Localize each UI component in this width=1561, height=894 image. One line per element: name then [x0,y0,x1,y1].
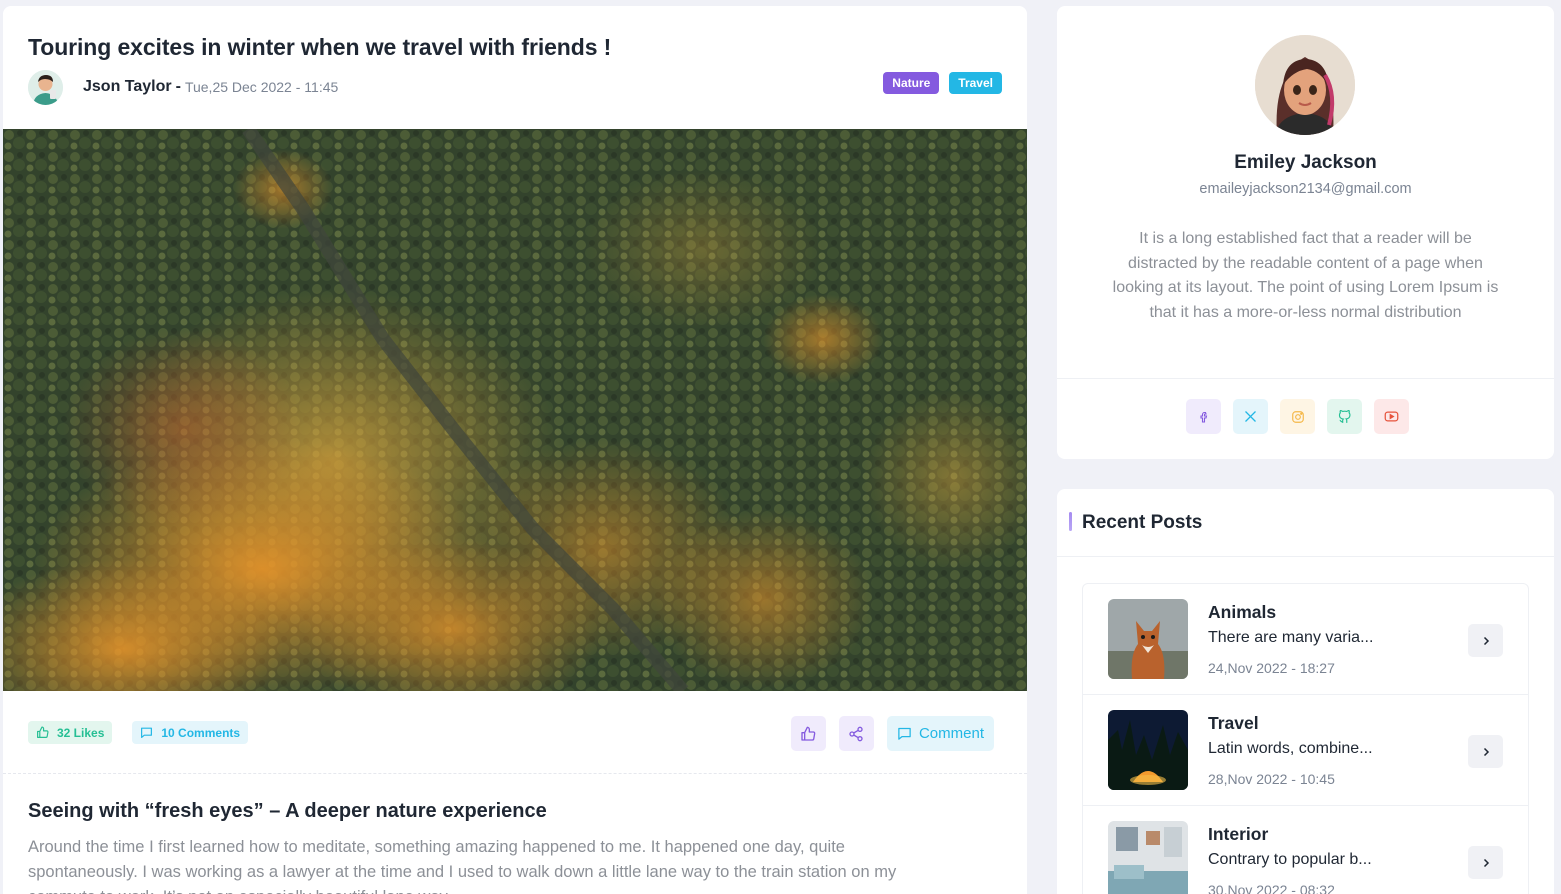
header-accent-bar [1069,512,1072,531]
post-stats: 32 Likes 10 Comments [28,721,249,744]
recent-posts-header: Recent Posts [1057,489,1554,557]
author-separator: - [175,78,181,95]
open-post-button[interactable] [1468,735,1503,768]
post-hero-image [3,129,1027,691]
list-item[interactable]: Animals There are many varia... 24,Nov 2… [1083,584,1528,695]
chevron-right-icon [1483,636,1489,645]
comments-badge[interactable]: 10 Comments [132,721,249,744]
author-name[interactable]: Json Taylor [83,78,172,96]
chevron-right-icon [1483,858,1489,867]
post-actions: Comment [790,716,994,751]
recent-post-excerpt: Contrary to popular b... [1208,851,1372,868]
instagram-icon [1291,410,1304,423]
post-title: Touring excites in winter when we travel… [28,34,612,60]
profile-card: Emiley Jackson emaileyjackson2134@gmail.… [1057,6,1554,459]
recent-posts-title: Recent Posts [1082,512,1203,533]
divider [3,773,1027,774]
post-thumbnail[interactable] [1108,821,1188,894]
comment-button[interactable]: Comment [886,716,994,751]
recent-post-title: Animals [1208,602,1277,622]
comments-count: 10 Comments [161,725,241,740]
blog-post-card: Touring excites in winter when we travel… [3,6,1027,894]
facebook-icon [1199,411,1207,423]
youtube-icon [1384,411,1399,422]
recent-posts-list: Animals There are many varia... 24,Nov 2… [1082,583,1529,894]
recent-post-date: 28,Nov 2022 - 10:45 [1208,771,1335,787]
recent-post-date: 24,Nov 2022 - 18:27 [1208,660,1335,676]
thumbs-up-icon [37,726,49,738]
social-links [1186,399,1409,434]
comment-icon [141,727,153,738]
recent-post-excerpt: Latin words, combine... [1208,740,1373,757]
recent-post-excerpt: There are many varia... [1208,629,1374,646]
likes-count: 32 Likes [57,725,105,740]
x-icon [1245,411,1256,422]
post-subtitle: Seeing with “fresh eyes” – A deeper natu… [28,800,547,822]
recent-post-title: Travel [1208,713,1259,733]
recent-post-title: Interior [1208,824,1269,844]
recent-posts-card: Recent Posts Animals There are many vari… [1057,489,1554,894]
profile-email[interactable]: emaileyjackson2134@gmail.com [1057,181,1554,197]
instagram-button[interactable] [1280,399,1315,434]
post-body: Around the time I first learned how to m… [28,838,897,894]
thumbs-up-icon [801,726,816,741]
github-icon [1338,409,1351,423]
share-button[interactable] [838,716,874,751]
facebook-button[interactable] [1186,399,1221,434]
post-tags: Nature Travel [883,72,1002,94]
profile-name: Emiley Jackson [1234,152,1377,173]
like-button[interactable] [790,716,826,751]
post-date: Tue,25 Dec 2022 - 11:45 [184,79,339,95]
author-avatar[interactable] [28,69,63,105]
profile-avatar[interactable] [1255,35,1355,135]
share-icon [849,726,864,741]
comment-icon [898,727,911,740]
recent-post-date: 30,Nov 2022 - 08:32 [1208,882,1335,894]
github-button[interactable] [1327,399,1362,434]
youtube-button[interactable] [1374,399,1409,434]
post-thumbnail[interactable] [1108,599,1188,679]
author-row: Json Taylor - Tue,25 Dec 2022 - 11:45 [28,69,338,105]
list-item[interactable]: Travel Latin words, combine... 28,Nov 20… [1083,695,1528,806]
open-post-button[interactable] [1468,624,1503,657]
profile-bio: It is a long established fact that a rea… [1112,230,1499,321]
open-post-button[interactable] [1468,846,1503,879]
comment-button-label: Comment [918,725,984,742]
likes-badge[interactable]: 32 Likes [28,721,113,744]
tag-nature[interactable]: Nature [883,72,940,94]
list-item[interactable]: Interior Contrary to popular b... 30,Nov… [1083,806,1528,894]
divider [1057,378,1554,379]
tag-travel[interactable]: Travel [949,72,1002,94]
post-thumbnail[interactable] [1108,710,1188,790]
x-button[interactable] [1233,399,1268,434]
chevron-right-icon [1483,747,1489,756]
